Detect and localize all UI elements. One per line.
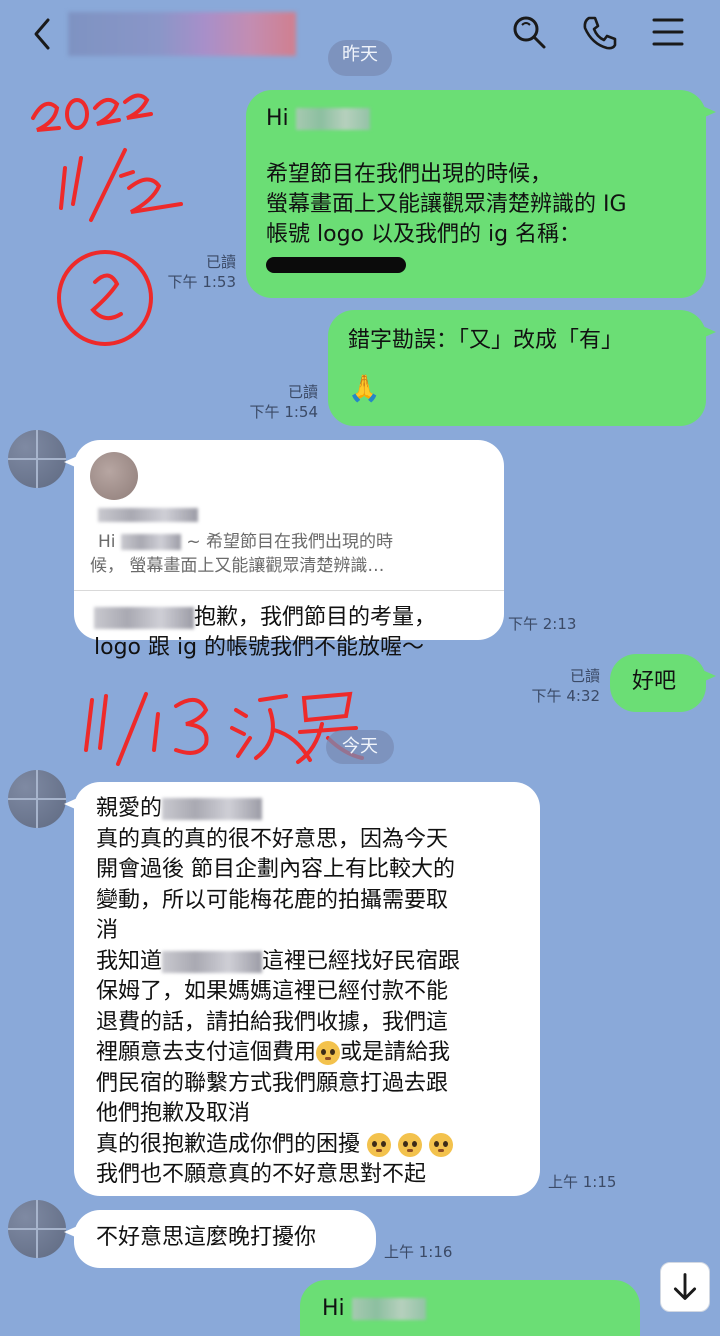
message-line: 螢幕畫面上又能讓觀眾清楚辨識的 IG: [266, 192, 627, 217]
avatar[interactable]: [8, 430, 66, 488]
message-time: 下午 1:54: [249, 403, 318, 421]
incoming-message-apology[interactable]: 不好意思這麼晚打擾你: [64, 1210, 376, 1268]
read-receipt: 已讀: [287, 383, 318, 401]
message-line: 希望節目在我們出現的時候，: [266, 162, 553, 187]
message-text: 好吧: [632, 669, 677, 694]
message-text: 錯字勘誤：「又」改成「有」: [348, 328, 624, 353]
message-time: 上午 1:15: [548, 1173, 617, 1191]
message-time: 下午 1:53: [167, 273, 236, 291]
message-time: 上午 1:16: [384, 1243, 453, 1261]
outgoing-message-correction[interactable]: 錯字勘誤：「又」改成「有」 🙏: [328, 310, 716, 426]
message-line: 真的很抱歉造成你們的困擾: [96, 1131, 361, 1157]
message-time: 下午 2:13: [508, 615, 577, 633]
hamburger-menu-icon[interactable]: [650, 12, 688, 52]
message-line: 他們抱歉及取消: [96, 1101, 251, 1126]
outgoing-message-ig-request[interactable]: Hi 希望節目在我們出現的時候， 螢幕畫面上又能讓觀眾清楚辨識的 IG 帳號 l…: [246, 90, 716, 298]
redacted-ig-name: [266, 257, 406, 273]
reply-avatar: [90, 452, 138, 500]
reply-text: Hi: [98, 532, 116, 552]
message-line: 真的真的真的很不好意思，因為今天: [96, 826, 449, 852]
reply-text: 候， 螢幕畫面上又能讓觀眾清楚辨識…: [90, 556, 385, 576]
handwritten-date-annotation: [31, 93, 183, 346]
chevron-left-icon[interactable]: [26, 14, 60, 54]
message-greeting: Hi: [322, 1296, 345, 1321]
message-meta: 已讀 下午 1:54: [230, 382, 318, 422]
message-greeting: Hi: [266, 106, 289, 131]
redacted-name: [295, 108, 370, 130]
message-meta: 已讀 下午 4:32: [512, 666, 600, 706]
read-receipt: 已讀: [569, 667, 600, 685]
redacted-name: [162, 950, 263, 973]
incoming-message-decline[interactable]: Hi ~ 希望節目在我們出現的時 候， 螢幕畫面上又能讓觀眾清楚辨識… 抱歉，我…: [64, 440, 504, 660]
message-line: 帳號 logo 以及我們的 ig 名稱：: [266, 222, 582, 247]
redacted-name: [94, 607, 194, 629]
handwritten-date-annotation-2: [84, 691, 364, 766]
arrow-down-icon[interactable]: [660, 1262, 710, 1312]
message-line: logo 跟 ig 的帳號我們不能放喔～: [94, 635, 425, 660]
pleading-face-icon: [429, 1132, 454, 1157]
pleading-face-icon: [367, 1132, 392, 1157]
redacted-name: [351, 1298, 426, 1320]
outgoing-message-partial[interactable]: Hi: [300, 1280, 640, 1336]
message-line: 消: [96, 918, 119, 943]
message-line: 我知道: [96, 948, 163, 974]
quoted-reply[interactable]: Hi ~ 希望節目在我們出現的時 候， 螢幕畫面上又能讓觀眾清楚辨識…: [74, 452, 504, 591]
incoming-message-cancellation[interactable]: 親愛的 真的真的真的很不好意思，因為今天 開會過後 節目企劃內容上有比較大的 變…: [64, 782, 540, 1196]
phone-icon[interactable]: [580, 12, 618, 52]
day-separator-yesterday: 昨天: [328, 40, 392, 76]
message-line: 或是請給我: [340, 1040, 451, 1065]
reply-text: ~ 希望節目在我們出現的時: [186, 532, 393, 552]
message-line: 們民宿的聯繫方式我們願意打過去跟: [96, 1070, 449, 1096]
message-line: 抱歉，我們節目的考量，: [194, 605, 437, 630]
pleading-face-icon: [398, 1132, 423, 1157]
message-line: 親愛的: [96, 796, 163, 821]
search-icon[interactable]: [510, 12, 548, 52]
message-line: 這裡已經找好民宿跟: [262, 948, 461, 974]
message-time: 下午 4:32: [531, 687, 600, 705]
redacted-name: [98, 508, 198, 522]
message-line: 裡願意去支付這個費用: [96, 1040, 317, 1065]
redacted-name: [162, 798, 263, 820]
message-meta: 已讀 下午 1:53: [150, 252, 236, 292]
redacted-name: [120, 534, 181, 550]
message-text: 不好意思這麼晚打擾你: [96, 1225, 317, 1250]
contact-name-redacted: [68, 12, 296, 56]
outgoing-message-ok[interactable]: 好吧: [610, 654, 716, 712]
message-line: 開會過後 節目企劃內容上有比較大的: [96, 857, 455, 882]
avatar[interactable]: [8, 1200, 66, 1258]
avatar[interactable]: [8, 770, 66, 828]
pleading-face-icon: [316, 1041, 341, 1065]
message-line: 變動，所以可能梅花鹿的拍攝需要取: [96, 887, 449, 913]
read-receipt: 已讀: [205, 253, 236, 271]
day-separator-today: 今天: [326, 730, 394, 764]
message-line: 保姆了，如果媽媽這裡已經付款不能: [96, 979, 449, 1004]
folded-hands-icon: 🙏: [348, 374, 381, 404]
message-line: 我們也不願意真的不好意思對不起: [96, 1162, 427, 1187]
message-line: 退費的話，請拍給我們收據，我們這: [96, 1009, 449, 1035]
